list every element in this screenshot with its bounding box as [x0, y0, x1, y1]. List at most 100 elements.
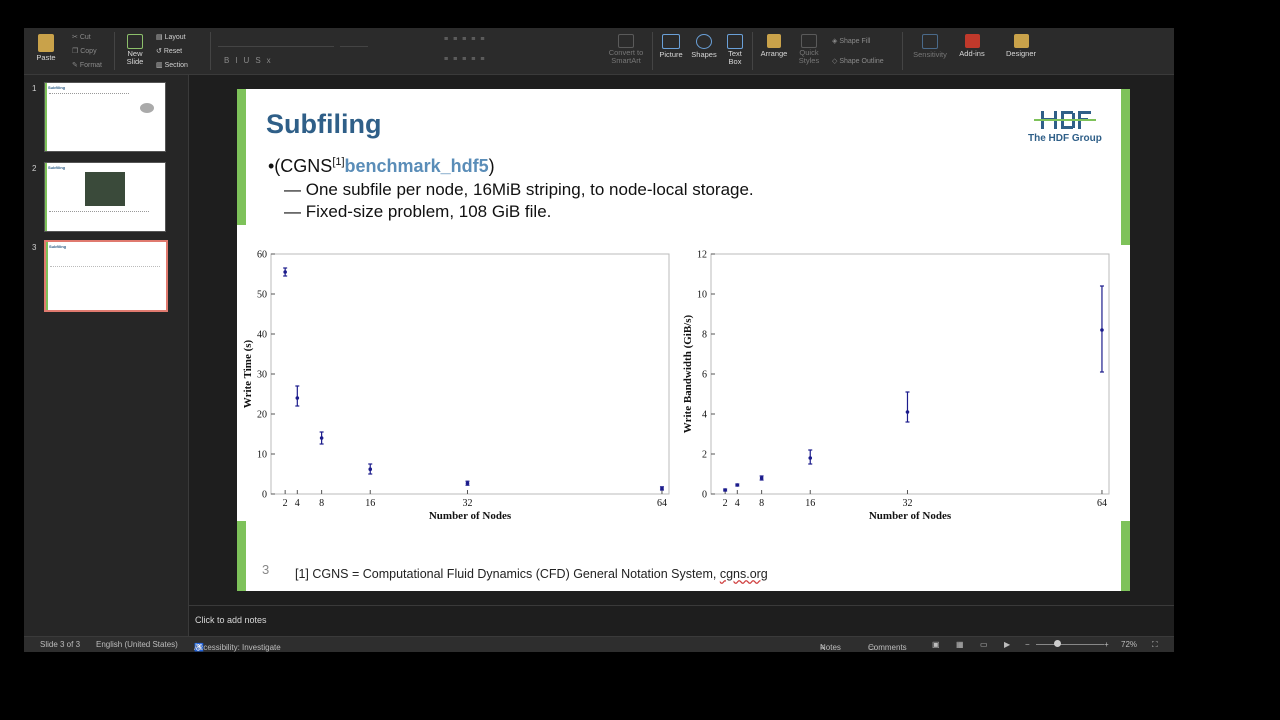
status-bar: Slide 3 of 3 English (United States) ♿ A…: [24, 636, 1174, 652]
y-tick-label: 30: [257, 370, 267, 381]
slideshow-button[interactable]: ▶: [1004, 640, 1010, 649]
x-tick-label: 8: [759, 498, 764, 509]
sensitivity-button[interactable]: Sensitivity: [910, 34, 950, 59]
picture-button[interactable]: Picture: [658, 34, 684, 59]
slide-count: Slide 3 of 3: [40, 640, 81, 649]
x-tick-label: 64: [1097, 498, 1107, 509]
y-tick-label: 50: [257, 290, 267, 301]
slide-sorter-button[interactable]: ▦: [956, 640, 964, 649]
zoom-in-button[interactable]: +: [1104, 640, 1109, 649]
cgns-link[interactable]: cgns.org: [720, 567, 768, 581]
font-name-box[interactable]: [218, 36, 334, 47]
language-indicator[interactable]: English (United States): [96, 640, 178, 649]
layout-button[interactable]: ▤ Layout: [156, 33, 186, 41]
zoom-slider-thumb[interactable]: [1054, 640, 1061, 647]
shape-fill-button[interactable]: ◈ Shape Fill: [832, 37, 870, 45]
thumbnail-number: 3: [32, 243, 37, 252]
brush-icon: ✎: [72, 62, 80, 69]
green-accent-bar: [237, 521, 246, 591]
scissors-icon: ✂: [72, 34, 80, 41]
reading-view-button[interactable]: ▭: [980, 640, 988, 649]
y-tick-label: 60: [257, 250, 267, 261]
zoom-slider-track[interactable]: [1036, 644, 1104, 645]
data-point: [368, 467, 373, 471]
footnote[interactable]: [1] CGNS = Computational Fluid Dynamics …: [295, 567, 768, 581]
charts-image[interactable]: 0 10 20 30 40 50 60 2 4 8 16 32 64 Number of Nodes Wri…: [237, 246, 1121, 521]
green-accent-bar: [237, 89, 246, 225]
new-slide-button[interactable]: New Slide: [120, 34, 150, 66]
layout-icon: ▤: [156, 34, 165, 41]
shapes-button[interactable]: Shapes: [690, 34, 718, 59]
convert-smartart-button[interactable]: Convert to SmartArt: [604, 34, 648, 65]
text-box-button[interactable]: Text Box: [724, 34, 746, 66]
paragraph-buttons[interactable]: ≡≡≡≡≡: [444, 36, 489, 43]
copy-icon: ❐: [72, 48, 81, 55]
normal-view-button[interactable]: ▣: [932, 640, 940, 649]
y-tick-label: 0: [262, 490, 267, 501]
designer-button[interactable]: Designer: [1004, 34, 1038, 58]
y-tick-label: 2: [702, 450, 707, 461]
zoom-level[interactable]: 72%: [1121, 640, 1137, 649]
add-ins-button[interactable]: Add-ins: [958, 34, 986, 58]
quick-styles-button[interactable]: Quick Styles: [794, 34, 824, 65]
y-axis-label: Write Bandwidth (GiB/s): [682, 314, 694, 433]
y-tick-label: 40: [257, 330, 267, 341]
x-tick-label: 64: [657, 498, 667, 509]
reset-icon: ↺: [156, 48, 164, 55]
data-point: [660, 486, 664, 491]
paste-button[interactable]: Paste: [32, 34, 60, 62]
shape-outline-button[interactable]: ◇ Shape Outline: [832, 57, 884, 65]
data-point: [723, 488, 727, 492]
benchmark-link[interactable]: benchmark_hdf5: [345, 156, 489, 176]
footnote-text: [1] CGNS = Computational Fluid Dynamics …: [295, 567, 720, 581]
x-axis-label: Number of Nodes: [429, 510, 512, 521]
slide-editor: Subfiling The HDF Group •(CGNS[1]benchma…: [189, 75, 1174, 605]
new-slide-icon: [127, 34, 143, 49]
ribbon: Paste ✂ Cut ❐ Copy ✎ Format New Slide ▤ …: [24, 28, 1174, 75]
paste-icon: [38, 34, 54, 52]
x-tick-label: 32: [462, 498, 472, 509]
slide-thumbnail-1[interactable]: Subfiling: [44, 82, 166, 152]
data-point: [808, 456, 813, 460]
sub-bullet-1[interactable]: — One subfile per node, 16MiB striping, …: [284, 180, 754, 200]
arrange-button[interactable]: Arrange: [758, 34, 790, 58]
bullet-line[interactable]: •(CGNS[1]benchmark_hdf5): [268, 156, 495, 177]
y-tick-label: 12: [697, 250, 707, 261]
font-style-buttons[interactable]: BIUSx: [224, 56, 277, 65]
plot-frame: [270, 253, 670, 495]
reset-button[interactable]: ↺ Reset: [156, 47, 182, 55]
cut-button[interactable]: ✂ Cut: [72, 33, 91, 41]
write-time-chart: 0 10 20 30 40 50 60 2 4 8 16 32 64 Number of Nodes Wri…: [242, 250, 670, 521]
x-tick-label: 16: [365, 498, 375, 509]
data-point: [1100, 328, 1104, 332]
align-buttons[interactable]: ≡≡≡≡≡: [444, 56, 489, 63]
fit-to-window-icon[interactable]: ⛶: [1152, 640, 1158, 650]
x-tick-label: 2: [283, 498, 288, 509]
y-tick-label: 8: [702, 330, 707, 341]
thumbnail-title: Subfiling: [49, 244, 67, 249]
font-size-box[interactable]: [340, 36, 368, 47]
y-tick-label: 10: [697, 290, 707, 301]
copy-button[interactable]: ❐ Copy: [72, 47, 97, 55]
x-tick-label: 4: [295, 498, 300, 509]
data-point: [283, 270, 287, 274]
zoom-out-button[interactable]: −: [1025, 640, 1030, 649]
notes-placeholder: Click to add notes: [195, 615, 267, 625]
section-button[interactable]: ▥ Section: [156, 61, 188, 69]
notes-pane[interactable]: Click to add notes: [189, 605, 1174, 637]
slide-title[interactable]: Subfiling: [266, 109, 381, 140]
logo-text: The HDF Group: [1028, 133, 1102, 144]
sub-bullet-2[interactable]: — Fixed-size problem, 108 GiB file.: [284, 202, 551, 222]
slide-canvas[interactable]: Subfiling The HDF Group •(CGNS[1]benchma…: [237, 89, 1130, 591]
format-painter-button[interactable]: ✎ Format: [72, 61, 102, 69]
data-point: [735, 483, 740, 487]
slide-thumbnail-3[interactable]: Subfiling: [44, 240, 168, 312]
slide-thumbnail-2[interactable]: Subfiling: [44, 162, 166, 232]
thumbnail-title: Subfiling: [48, 165, 66, 170]
green-accent-bar: [1121, 521, 1130, 591]
y-tick-label: 20: [257, 410, 267, 421]
hdf-logo: The HDF Group: [1024, 107, 1106, 147]
thumbnail-title: Subfiling: [48, 85, 66, 90]
x-tick-label: 2: [723, 498, 728, 509]
bullet-text: ): [488, 156, 495, 176]
